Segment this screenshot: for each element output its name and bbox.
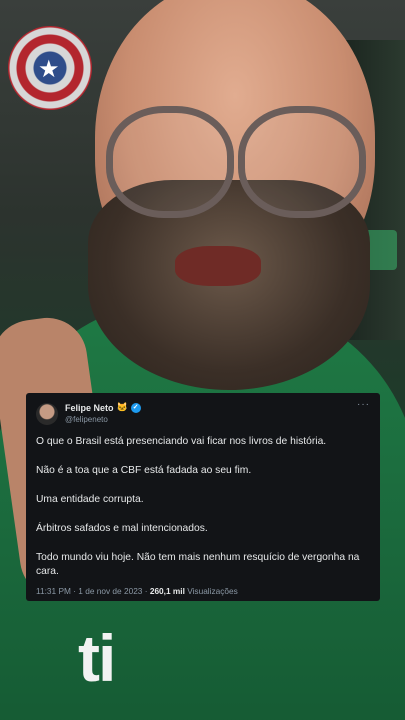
views-count: 260,1 mil: [149, 586, 185, 596]
video-frame: ★ ti: [0, 0, 405, 720]
avatar[interactable]: [36, 403, 58, 425]
author-row: Felipe Neto 🐱 ✓: [65, 402, 141, 413]
tweet-text: O que o Brasil está presenciando vai fic…: [36, 435, 370, 594]
verified-badge-icon: ✓: [130, 402, 141, 413]
tweet-paragraph: O que o Brasil está presenciando vai fic…: [36, 436, 327, 447]
more-options-icon[interactable]: ···: [357, 399, 370, 410]
author-handle[interactable]: @felipeneto: [65, 415, 108, 424]
tweet-paragraph: Não é a toa que a CBF está fadada ao seu…: [36, 465, 252, 476]
views-label: Visualizações: [187, 586, 238, 596]
tweet-metadata: 11:31 PM · 1 de nov de 2023 · 260,1 mil …: [36, 586, 238, 596]
shirt-sponsor-text: ti: [78, 621, 116, 695]
meta-separator: ·: [144, 586, 148, 596]
cat-emoji-icon: 🐱: [116, 402, 128, 412]
meta-separator: ·: [73, 586, 76, 596]
tweet-time[interactable]: 11:31 PM: [36, 586, 71, 596]
author-name[interactable]: Felipe Neto: [65, 403, 114, 413]
glasses-left-lens: [106, 106, 234, 218]
tweet-paragraph: Todo mundo viu hoje. Não tem mais nenhum…: [36, 552, 360, 577]
shield-star-icon: ★: [38, 56, 60, 83]
tweet-paragraph: Árbitros safados e mal intencionados.: [36, 523, 208, 534]
tweet-date[interactable]: 1 de nov de 2023: [78, 586, 142, 596]
tweet-paragraph: Uma entidade corrupta.: [36, 494, 144, 505]
glasses-right-lens: [238, 106, 366, 218]
mouth: [175, 246, 261, 286]
tweet-card[interactable]: Felipe Neto 🐱 ✓ @felipeneto ··· O que o …: [26, 393, 380, 601]
